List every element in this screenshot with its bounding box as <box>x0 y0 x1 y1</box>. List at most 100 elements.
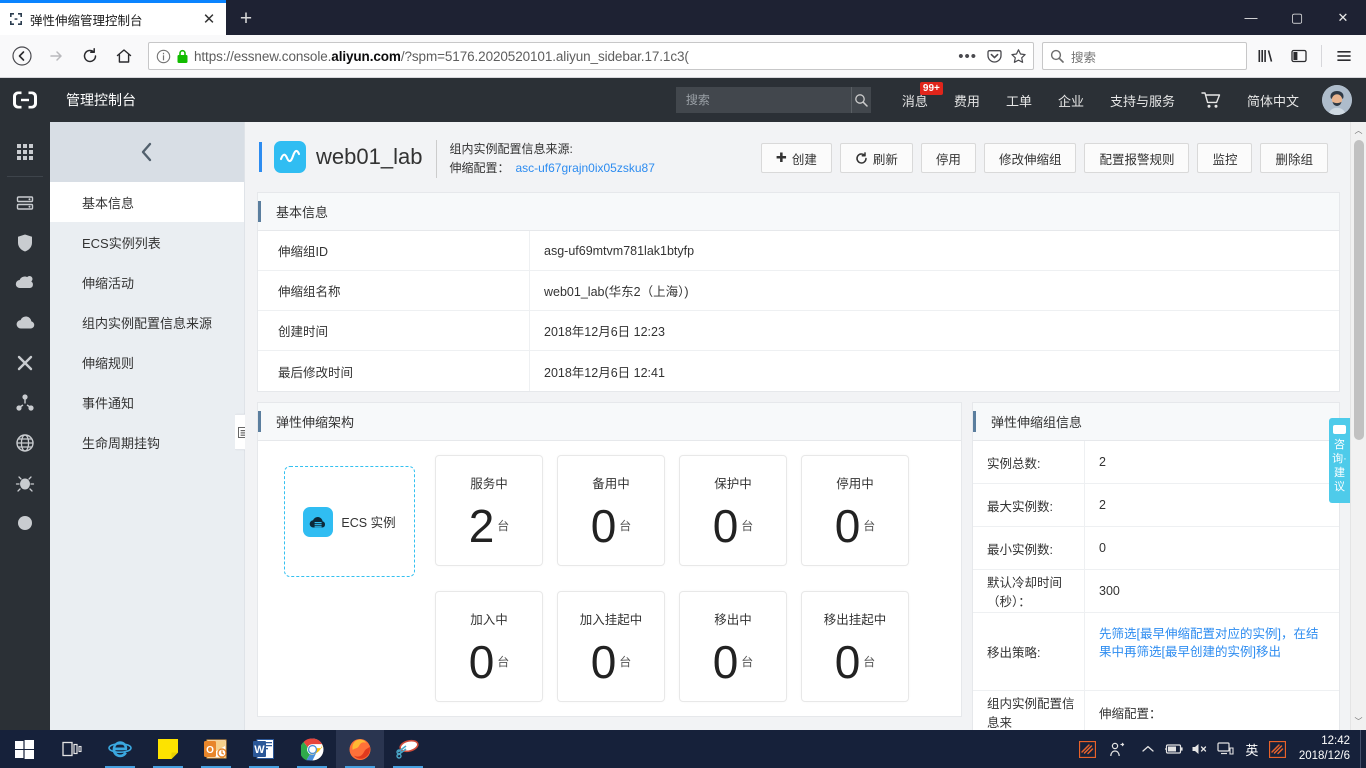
server-icon[interactable] <box>0 183 50 223</box>
modify-scaling-group-button[interactable]: 修改伸缩组 <box>983 143 1077 173</box>
bug-icon[interactable] <box>0 463 50 503</box>
sidebar-icon[interactable] <box>1283 40 1315 72</box>
table-row: 实例总数: 2 <box>973 441 1339 484</box>
delete-group-button[interactable]: 删除组 <box>1260 143 1328 173</box>
menu-label: 事件通知 <box>82 395 135 411</box>
sidebar-item-scaling-rules[interactable]: 伸缩规则 <box>50 342 244 382</box>
page-info-icon[interactable] <box>153 49 171 64</box>
sidebar-item-instance-config-source[interactable]: 组内实例配置信息来源 <box>50 302 244 342</box>
cloud-sync-icon[interactable] <box>0 263 50 303</box>
page-actions-icon[interactable]: ••• <box>954 48 981 65</box>
refresh-button[interactable]: 刷新 <box>839 143 913 173</box>
nav-billing[interactable]: 费用 <box>941 78 993 122</box>
create-button[interactable]: ✚ 创建 <box>760 143 832 173</box>
forward-icon[interactable] <box>40 40 72 72</box>
status-card[interactable]: 移出中 0台 <box>679 591 787 702</box>
cart-icon[interactable] <box>1188 78 1234 122</box>
console-search-input[interactable] <box>675 93 851 107</box>
row-label: 实例总数: <box>973 441 1085 483</box>
status-card[interactable]: 服务中 2台 <box>435 455 543 566</box>
window-close-button[interactable]: ✕ <box>1320 0 1366 35</box>
detail-split: 弹性伸缩架构 ECS 实例 服务中 2 台 备用中 0 台 保护中 0 台 停用… <box>257 402 1340 730</box>
status-card[interactable]: 备用中 0台 <box>557 455 665 566</box>
browser-search-bar[interactable]: 搜索 <box>1042 42 1247 70</box>
page-scrollbar[interactable]: ︿ ﹀ <box>1350 122 1366 730</box>
disable-button[interactable]: 停用 <box>920 143 976 173</box>
ecs-instance-box[interactable]: ECS 实例 <box>284 466 415 577</box>
search-icon[interactable] <box>850 87 871 113</box>
nav-enterprise[interactable]: 企业 <box>1045 78 1097 122</box>
cloud-icon[interactable] <box>0 303 50 343</box>
nav-support[interactable]: 支持与服务 <box>1097 78 1188 122</box>
scroll-up-arrow[interactable]: ︿ <box>1351 122 1366 139</box>
menu-icon[interactable] <box>1328 40 1360 72</box>
sidebar-item-ecs-list[interactable]: ECS实例列表 <box>50 222 244 262</box>
console-search[interactable] <box>675 87 871 113</box>
network-nodes-icon[interactable] <box>0 383 50 423</box>
minimize-button[interactable]: — <box>1228 0 1274 35</box>
outlook-icon[interactable]: O <box>192 730 240 768</box>
config-source-info: 组内实例配置信息来源: 伸缩配置： asc-uf67grajn0ix05zsku8… <box>449 140 654 178</box>
scaling-config-link[interactable]: asc-uf67grajn0ix05zsku87 <box>515 161 654 175</box>
pocket-icon[interactable] <box>984 48 1005 65</box>
sticky-notes-icon[interactable] <box>144 730 192 768</box>
status-card[interactable]: 移出挂起中 0台 <box>801 591 909 702</box>
show-hidden-icons-icon[interactable] <box>1135 730 1161 768</box>
nav-tickets[interactable]: 工单 <box>993 78 1045 122</box>
xunlei-tray-icon[interactable] <box>1265 730 1291 768</box>
sidebar-item-scaling-activity[interactable]: 伸缩活动 <box>50 262 244 302</box>
volume-muted-icon[interactable] <box>1187 730 1213 768</box>
menu-collapse-button[interactable] <box>50 122 244 182</box>
status-card[interactable]: 加入中 0台 <box>435 591 543 702</box>
language-selector[interactable]: 简体中文 <box>1234 78 1312 122</box>
shield-icon[interactable] <box>0 223 50 263</box>
status-card[interactable]: 保护中 0台 <box>679 455 787 566</box>
bookmark-star-icon[interactable] <box>1008 48 1029 65</box>
task-view-icon[interactable] <box>48 730 96 768</box>
nav-messages[interactable]: 消息 99+ <box>889 78 943 122</box>
snipping-tool-icon[interactable] <box>384 730 432 768</box>
address-bar[interactable]: https://essnew.console.aliyun.com/?spm=5… <box>148 42 1034 70</box>
consult-suggest-tab[interactable]: 咨询·建议 <box>1329 418 1350 503</box>
chrome-icon[interactable] <box>288 730 336 768</box>
sidebar-item-lifecycle-hook[interactable]: 生命周期挂钩 <box>50 422 244 462</box>
circle-icon[interactable] <box>0 503 50 543</box>
xunlei-icon[interactable] <box>1075 730 1101 768</box>
sidebar-item-basic-info[interactable]: 基本信息 <box>50 182 244 222</box>
close-icon[interactable]: ✕ <box>200 10 218 28</box>
browser-tab[interactable]: 弹性伸缩管理控制台 ✕ <box>0 3 226 35</box>
status-card[interactable]: 停用中 0台 <box>801 455 909 566</box>
ime-chinese-icon[interactable]: 英 <box>1239 730 1265 768</box>
internet-explorer-icon[interactable] <box>96 730 144 768</box>
network-icon[interactable] <box>1213 730 1239 768</box>
home-icon[interactable] <box>108 40 140 72</box>
aliyun-logo-icon[interactable] <box>0 90 50 110</box>
maximize-button[interactable]: ▢ <box>1274 0 1320 35</box>
table-row: 最后修改时间 2018年12月6日 12:41 <box>258 351 1339 391</box>
people-icon[interactable] <box>1101 730 1135 768</box>
cross-icon[interactable] <box>0 343 50 383</box>
status-card[interactable]: 加入挂起中 0台 <box>557 591 665 702</box>
show-desktop-button[interactable] <box>1360 730 1366 768</box>
sidebar-item-event-notification[interactable]: 事件通知 <box>50 382 244 422</box>
globe-icon[interactable] <box>0 423 50 463</box>
reload-icon[interactable] <box>74 40 106 72</box>
monitor-button[interactable]: 监控 <box>1197 143 1253 173</box>
status-name: 加入挂起中 <box>579 613 643 627</box>
word-icon[interactable]: W <box>240 730 288 768</box>
table-row: 组内实例配置信息来 伸缩配置： <box>973 691 1339 730</box>
battery-icon[interactable] <box>1161 730 1187 768</box>
back-icon[interactable] <box>6 40 38 72</box>
scroll-down-arrow[interactable]: ﹀ <box>1351 713 1366 730</box>
avatar[interactable] <box>1322 85 1352 115</box>
new-tab-button[interactable]: + <box>226 3 266 35</box>
taskbar-clock[interactable]: 12:42 2018/12/6 <box>1291 734 1360 764</box>
windows-start-icon[interactable] <box>0 730 48 768</box>
library-icon[interactable] <box>1249 40 1281 72</box>
apps-grid-icon[interactable] <box>0 132 50 172</box>
status-card-grid-2: 加入中 0台 加入挂起中 0台 移出中 0 台 移出挂起中 0 台 <box>435 591 909 702</box>
firefox-icon[interactable] <box>336 730 384 768</box>
row-label: 组内实例配置信息来 <box>973 691 1085 730</box>
configure-alarm-rules-button[interactable]: 配置报警规则 <box>1084 143 1190 173</box>
scrollbar-thumb[interactable] <box>1353 140 1364 440</box>
